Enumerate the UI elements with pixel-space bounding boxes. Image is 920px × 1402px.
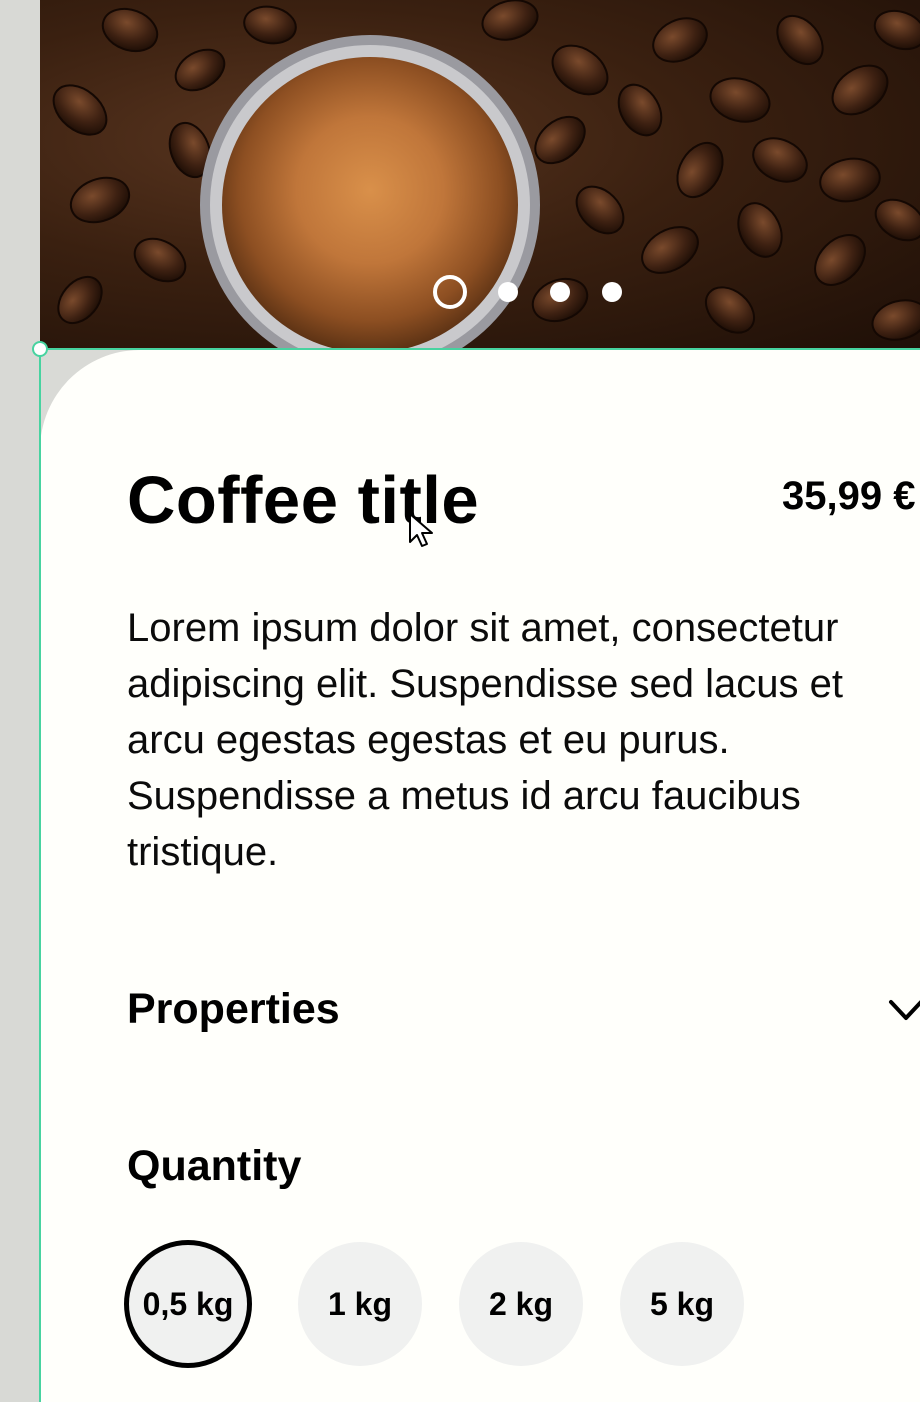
quantity-option[interactable]: 1 kg [298,1242,422,1366]
properties-label: Properties [127,985,340,1033]
carousel-dot[interactable] [498,282,518,302]
mouse-pointer-icon [409,513,433,547]
canvas-gutter [0,0,40,1402]
quantity-option[interactable]: 2 kg [459,1242,583,1366]
quantity-option-selected[interactable]: 0,5 kg [124,1240,252,1368]
carousel-dot[interactable] [602,282,622,302]
quantity-label: Quantity [127,1142,302,1190]
selection-handle[interactable] [32,341,48,357]
product-image-carousel[interactable] [40,0,920,350]
carousel-dot-active[interactable] [433,275,467,309]
carousel-dot[interactable] [550,282,570,302]
carousel-pagination [40,275,920,309]
quantity-option[interactable]: 5 kg [620,1242,744,1366]
selection-outline-left [39,349,41,1402]
selection-outline-top [40,348,920,350]
product-description: Lorem ipsum dolor sit amet, consectetur … [127,606,843,874]
product-price: 35,99 € [782,474,916,518]
chevron-down-icon[interactable] [888,996,920,1026]
